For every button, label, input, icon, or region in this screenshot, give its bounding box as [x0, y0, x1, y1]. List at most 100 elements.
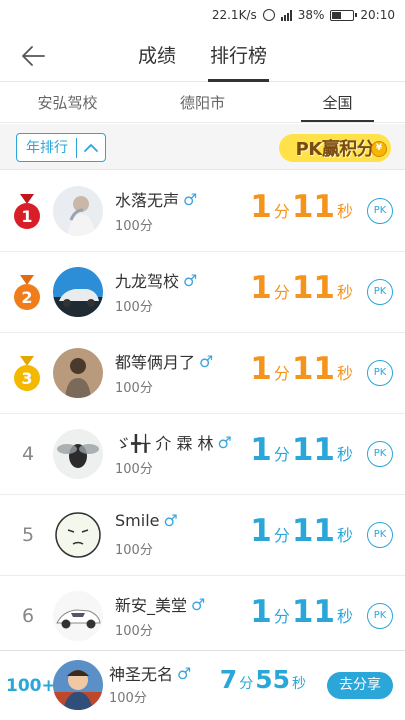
time-min-unit: 分 [273, 526, 290, 545]
network-speed: 22.1K/s [211, 8, 257, 22]
pk-win-points-banner[interactable]: PK赢积分 ¥ [279, 134, 391, 162]
user-name-line: 都等俩月了 ♂ [115, 349, 213, 373]
male-icon: ♂ [199, 351, 214, 371]
tab-national[interactable]: 全国 [270, 83, 405, 122]
avatar[interactable] [53, 591, 103, 641]
ranking-row[interactable]: 6 新安_美堂 ♂ 100分 1 分 11 秒 PK [0, 576, 405, 657]
user-points: 100分 [115, 300, 153, 315]
signal-icon [280, 9, 292, 21]
ranking-row[interactable]: 4 ゞ╋╁ 介 霖 林 ♂ 100分 1 分 11 秒 PK [0, 414, 405, 495]
rank-number: 4 [21, 443, 35, 465]
tab-driving-school[interactable]: 安弘驾校 [0, 83, 135, 122]
time-sec-unit: 秒 [336, 364, 353, 383]
pk-button[interactable]: PK [367, 279, 393, 305]
share-button[interactable]: 去分享 [327, 672, 393, 699]
rank-number: 6 [21, 605, 35, 627]
time-seconds: 11 [291, 270, 335, 306]
time-minutes: 7 [219, 665, 238, 694]
tab-score[interactable]: 成绩 [136, 30, 178, 82]
medal-icon: 3 [14, 356, 40, 391]
battery-percent: 38% [297, 8, 325, 22]
exam-time: 1 分 11 秒 [250, 189, 355, 229]
avatar[interactable] [53, 348, 103, 398]
male-icon: ♂ [177, 663, 192, 683]
time-min-unit: 分 [239, 676, 254, 692]
time-minutes: 1 [250, 432, 272, 468]
user-points: 100分 [115, 543, 153, 558]
medal-rank-label: 3 [21, 369, 32, 388]
avatar[interactable] [53, 267, 103, 317]
app-header: 成绩 排行榜 [0, 30, 405, 82]
user-name: 新安_美堂 [115, 596, 188, 615]
tab-leaderboard[interactable]: 排行榜 [208, 30, 270, 82]
male-icon: ♂ [183, 189, 198, 209]
user-name-line: Smile ♂ [115, 511, 178, 530]
ranking-row[interactable]: 3 都等俩月了 ♂ 100分 1 分 11 秒 PK [0, 333, 405, 414]
ranking-row[interactable]: 2 九龙驾校 ♂ 100分 1 分 11 秒 PK [0, 252, 405, 333]
chevron-up-icon [77, 135, 105, 161]
avatar[interactable] [53, 510, 103, 560]
time-sec-unit: 秒 [336, 526, 353, 545]
user-name-line: ゞ╋╁ 介 霖 林 ♂ [115, 430, 232, 454]
pk-button[interactable]: PK [367, 603, 393, 629]
status-bar: 22.1K/s 38% 20:10 [0, 0, 405, 30]
time-minutes: 1 [250, 594, 272, 630]
time-sec-unit: 秒 [336, 283, 353, 302]
exam-time: 1 分 11 秒 [250, 594, 355, 634]
user-name-line: 水落无声 ♂ [115, 187, 197, 211]
time-seconds: 11 [291, 351, 335, 387]
battery-icon [330, 9, 358, 21]
male-icon: ♂ [217, 432, 232, 452]
rank-number: 5 [21, 524, 35, 546]
time-seconds: 11 [291, 513, 335, 549]
time-seconds: 55 [255, 665, 290, 694]
user-points: 100分 [115, 381, 153, 396]
medal-rank-label: 2 [21, 288, 32, 307]
exam-time: 1 分 11 秒 [250, 351, 355, 391]
my-points: 100分 [109, 691, 147, 706]
my-user-name: 神圣无名 [109, 665, 174, 684]
tab-city[interactable]: 德阳市 [135, 83, 270, 122]
male-icon: ♂ [163, 511, 178, 530]
year-ranking-label: 年排行 [17, 137, 77, 158]
my-avatar[interactable] [53, 660, 103, 710]
time-min-unit: 分 [273, 364, 290, 383]
time-min-unit: 分 [273, 607, 290, 626]
ranking-row[interactable]: 5 Smile ♂ 100分 1 分 11 秒 PK [0, 495, 405, 576]
avatar[interactable] [53, 186, 103, 236]
time-seconds: 11 [291, 432, 335, 468]
ranking-row[interactable]: 1 水落无声 ♂ 100分 1 分 11 秒 PK [0, 171, 405, 252]
alarm-icon [262, 9, 275, 21]
header-tabs: 成绩 排行榜 [0, 30, 405, 82]
user-name: Smile [115, 511, 160, 530]
avatar[interactable] [53, 429, 103, 479]
medal-rank-label: 1 [21, 207, 32, 226]
filter-bar: 年排行 PK赢积分 ¥ [0, 124, 405, 170]
time-min-unit: 分 [273, 283, 290, 302]
time-sec-unit: 秒 [336, 202, 353, 221]
user-name: 都等俩月了 [115, 353, 196, 372]
pk-button[interactable]: PK [367, 522, 393, 548]
time-min-unit: 分 [273, 202, 290, 221]
user-points: 100分 [115, 624, 153, 639]
time-minutes: 1 [250, 513, 272, 549]
year-ranking-dropdown[interactable]: 年排行 [16, 133, 106, 162]
male-icon: ♂ [183, 270, 198, 290]
pk-banner-text: PK赢积分 [295, 139, 375, 160]
coin-icon: ¥ [371, 141, 387, 157]
medal-icon: 2 [14, 275, 40, 310]
time-sec-unit: 秒 [336, 445, 353, 464]
my-rank-bar: 100+ 神圣无名 ♂ 100分 7 分 55 秒 去分享 [0, 650, 405, 720]
exam-time: 1 分 11 秒 [250, 513, 355, 553]
time-sec-unit: 秒 [336, 607, 353, 626]
time-min-unit: 分 [273, 445, 290, 464]
ranking-list: 1 水落无声 ♂ 100分 1 分 11 秒 PK 2 九龙驾校 ♂ 100分 … [0, 171, 405, 657]
user-name-line: 九龙驾校 ♂ [115, 268, 197, 292]
pk-button[interactable]: PK [367, 198, 393, 224]
pk-button[interactable]: PK [367, 441, 393, 467]
time-sec-unit: 秒 [292, 676, 306, 692]
pk-button[interactable]: PK [367, 360, 393, 386]
time-minutes: 1 [250, 351, 272, 387]
time-seconds: 11 [291, 594, 335, 630]
time-minutes: 1 [250, 270, 272, 306]
